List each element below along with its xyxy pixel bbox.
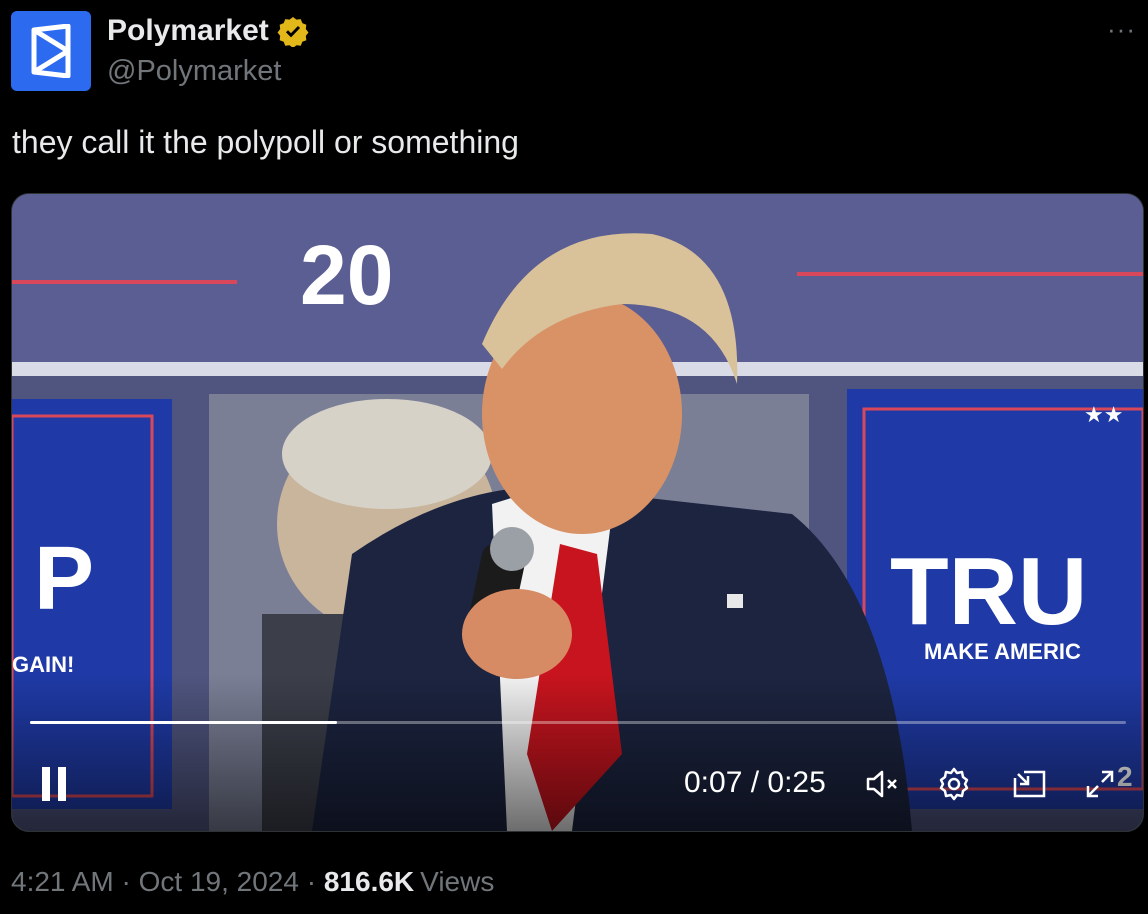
tweet-time[interactable]: 4:21 AM — [11, 866, 114, 898]
progress-bar[interactable] — [30, 721, 1126, 724]
fullscreen-icon[interactable] — [1080, 764, 1120, 804]
left-sign-slogan: GAIN! — [12, 652, 74, 677]
handle[interactable]: @Polymarket — [107, 55, 281, 88]
polymarket-logo-icon — [31, 24, 71, 78]
display-name[interactable]: Polymarket — [107, 14, 269, 48]
video-frame: 20 P GAIN! ★★ TRU MAKE AMERIC 2 — [12, 194, 1143, 831]
time-display: 0:07 / 0:25 — [684, 766, 826, 799]
video-player[interactable]: 20 P GAIN! ★★ TRU MAKE AMERIC 2 — [11, 193, 1144, 832]
settings-icon[interactable] — [934, 764, 974, 804]
tweet-text: they call it the polypoll or something — [12, 124, 519, 160]
picture-in-picture-icon[interactable] — [1010, 764, 1050, 804]
right-sign-word: TRU — [890, 538, 1087, 645]
pause-button[interactable] — [42, 764, 76, 804]
tweet-meta: 4:21 AM · Oct 19, 2024 · 816.6K Views — [11, 866, 494, 898]
pause-icon — [42, 767, 50, 801]
right-sign-slogan: MAKE AMERIC — [924, 639, 1081, 664]
progress-fill — [30, 721, 337, 724]
verified-badge-icon — [277, 17, 309, 47]
meta-separator: · — [113, 866, 139, 897]
left-sign-letter: P — [34, 529, 94, 629]
right-sign-stars: ★★ — [1084, 403, 1123, 428]
avatar[interactable] — [11, 11, 91, 91]
banner-year: 20 — [300, 228, 393, 322]
mute-icon[interactable] — [862, 764, 902, 804]
more-options-icon[interactable]: ··· — [1107, 14, 1136, 45]
views-label: Views — [420, 866, 495, 897]
meta-separator: · — [298, 866, 324, 897]
views-count: 816.6K — [323, 866, 415, 897]
tweet-date[interactable]: Oct 19, 2024 — [139, 866, 299, 898]
